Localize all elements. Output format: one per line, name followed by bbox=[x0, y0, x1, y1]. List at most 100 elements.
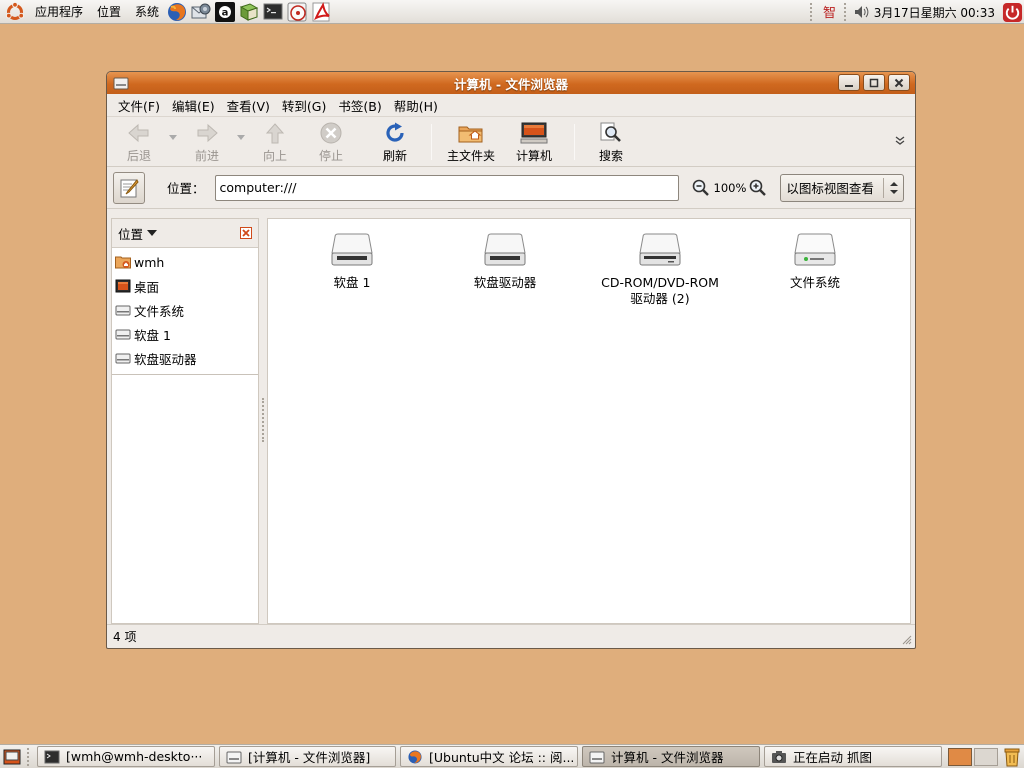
sidebar-item-desktop[interactable]: 桌面 bbox=[112, 274, 258, 298]
zoom-level[interactable]: 100% bbox=[714, 181, 747, 195]
firefox-icon[interactable] bbox=[166, 1, 188, 23]
window-controls bbox=[838, 74, 910, 91]
show-desktop-icon bbox=[3, 749, 21, 764]
sidebar-type-select[interactable]: 位置 bbox=[118, 224, 143, 243]
sidebar-item-floppy-drive[interactable]: 软盘驱动器 bbox=[112, 346, 258, 370]
task-screenshot[interactable]: 正在启动 抓图 bbox=[764, 746, 942, 767]
trash-icon[interactable] bbox=[1002, 746, 1022, 768]
task-terminal[interactable]: [wmh@wmh-deskto··· bbox=[37, 746, 215, 767]
optical-drive-icon bbox=[639, 233, 681, 266]
toolbar-separator bbox=[431, 124, 432, 160]
back-history-dropdown[interactable] bbox=[167, 117, 179, 140]
menu-edit[interactable]: 编辑(E) bbox=[166, 96, 221, 115]
item-label: 文件系统 bbox=[789, 275, 840, 290]
ubuntu-logo-icon[interactable] bbox=[4, 1, 26, 23]
up-button[interactable]: 向上 bbox=[247, 117, 303, 164]
toolbar-separator-2 bbox=[574, 124, 575, 160]
terminal-icon[interactable] bbox=[262, 1, 284, 23]
item-label: 软盘 1 bbox=[333, 275, 371, 290]
clock[interactable]: 3月17日星期六 00:33 bbox=[874, 4, 995, 21]
tray-separator bbox=[809, 3, 814, 21]
zoom-out-button[interactable] bbox=[691, 178, 711, 198]
top-panel-tray: 智 3月17日星期六 00:33 bbox=[802, 0, 1024, 24]
item-label: CD-ROM/DVD-ROM 驱动器 (2) bbox=[601, 275, 719, 306]
drive-icon bbox=[114, 302, 132, 318]
sidebar-item-home[interactable]: wmh bbox=[112, 250, 258, 274]
sidebar-item-filesystem[interactable]: 文件系统 bbox=[112, 298, 258, 322]
power-icon[interactable] bbox=[1001, 1, 1023, 23]
location-label: 位置： bbox=[167, 181, 205, 196]
menu-view[interactable]: 查看(V) bbox=[221, 96, 276, 115]
close-button[interactable] bbox=[888, 74, 910, 91]
tray-separator-2 bbox=[843, 3, 848, 21]
task-firefox[interactable]: [Ubuntu中文 论坛 :: 阅... bbox=[400, 746, 578, 767]
maximize-button[interactable] bbox=[863, 74, 885, 91]
location-edit-toggle[interactable] bbox=[113, 171, 145, 204]
workspace-1[interactable] bbox=[948, 747, 972, 766]
home-button[interactable]: 主文件夹 bbox=[440, 117, 502, 164]
item-floppy-drive[interactable]: 软盘驱动器 bbox=[435, 233, 575, 291]
zoom-out-icon bbox=[692, 179, 709, 196]
sidebar-close-button[interactable] bbox=[240, 227, 252, 239]
places-menu[interactable]: 位置 bbox=[90, 3, 128, 20]
places-sidebar: 位置 wmh 桌面 文件系统 软盘 1 软盘驱动器 bbox=[111, 218, 259, 624]
menu-file[interactable]: 文件(F) bbox=[112, 96, 166, 115]
firefox-icon bbox=[407, 749, 423, 765]
system-menu[interactable]: 系统 bbox=[128, 3, 166, 20]
task-file-browser-minimized[interactable]: [计算机 - 文件浏览器] bbox=[219, 746, 396, 767]
search-icon bbox=[600, 122, 621, 142]
item-count: 4 项 bbox=[113, 630, 137, 644]
forward-button[interactable]: 前进 bbox=[179, 117, 235, 164]
view-mode-select[interactable]: 以图标视图查看 bbox=[780, 173, 905, 202]
window-menu-icon[interactable] bbox=[113, 75, 129, 91]
sidebar-item-label: 软盘 1 bbox=[134, 327, 171, 343]
evolution-icon[interactable] bbox=[190, 1, 212, 23]
pane-splitter[interactable] bbox=[259, 218, 267, 624]
location-input[interactable] bbox=[214, 174, 679, 201]
show-desktop-button[interactable] bbox=[1, 746, 23, 768]
floppy-drive-icon bbox=[331, 233, 373, 266]
books-icon[interactable] bbox=[238, 1, 260, 23]
menu-bookmarks[interactable]: 书签(B) bbox=[332, 96, 387, 115]
search-button[interactable]: 搜索 bbox=[583, 117, 639, 164]
toolbar: 后退 前进 向上 停止 刷新 主文件夹 计算机 搜索 bbox=[107, 117, 915, 167]
task-label: [wmh@wmh-deskto··· bbox=[66, 749, 203, 764]
sidebar-header: 位置 bbox=[112, 219, 258, 248]
resize-grip-icon[interactable] bbox=[900, 633, 912, 645]
pdf-reader-icon[interactable] bbox=[310, 1, 332, 23]
cd-player-icon[interactable] bbox=[286, 1, 308, 23]
drive-icon bbox=[114, 350, 132, 366]
task-file-browser-active[interactable]: 计算机 - 文件浏览器 bbox=[582, 746, 760, 767]
computer-button[interactable]: 计算机 bbox=[502, 117, 566, 164]
home-folder-icon bbox=[458, 126, 483, 143]
stop-button[interactable]: 停止 bbox=[303, 117, 359, 164]
toolbar-overflow-button[interactable] bbox=[895, 135, 905, 145]
task-label: [计算机 - 文件浏览器] bbox=[248, 750, 371, 765]
sidebar-item-label: 文件系统 bbox=[134, 303, 185, 319]
home-folder-icon bbox=[114, 254, 132, 270]
volume-icon[interactable] bbox=[852, 4, 870, 20]
up-arrow-icon bbox=[265, 123, 285, 144]
back-button[interactable]: 后退 bbox=[111, 117, 167, 164]
forward-history-dropdown[interactable] bbox=[235, 117, 247, 140]
menu-go[interactable]: 转到(G) bbox=[276, 96, 332, 115]
sidebar-item-floppy-1[interactable]: 软盘 1 bbox=[112, 322, 258, 346]
pidgin-icon[interactable]: a bbox=[214, 1, 236, 23]
window-titlebar[interactable]: 计算机 - 文件浏览器 bbox=[107, 72, 915, 94]
item-floppy-1[interactable]: 软盘 1 bbox=[282, 233, 422, 291]
top-panel: 应用程序 位置 系统 a 智 3月17日星期六 00:33 bbox=[0, 0, 1024, 24]
drive-icon bbox=[114, 326, 132, 342]
menu-help[interactable]: 帮助(H) bbox=[388, 96, 444, 115]
workspace-2[interactable] bbox=[974, 747, 998, 766]
zoom-in-button[interactable] bbox=[748, 178, 768, 198]
reload-button[interactable]: 刷新 bbox=[367, 117, 423, 164]
item-filesystem[interactable]: 文件系统 bbox=[745, 233, 885, 291]
input-method-icon[interactable]: 智 bbox=[822, 4, 840, 20]
item-label: 软盘驱动器 bbox=[473, 275, 537, 290]
applications-menu[interactable]: 应用程序 bbox=[28, 3, 90, 20]
item-optical-drive[interactable]: CD-ROM/DVD-ROM 驱动器 (2) bbox=[590, 233, 730, 307]
bottom-panel: [wmh@wmh-deskto··· [计算机 - 文件浏览器] [Ubuntu… bbox=[0, 744, 1024, 768]
content-area: 位置 wmh 桌面 文件系统 软盘 1 软盘驱动器 软盘 1 软盘驱动器 CD-… bbox=[111, 218, 911, 624]
minimize-button[interactable] bbox=[838, 74, 860, 91]
window-title: 计算机 - 文件浏览器 bbox=[454, 76, 568, 92]
